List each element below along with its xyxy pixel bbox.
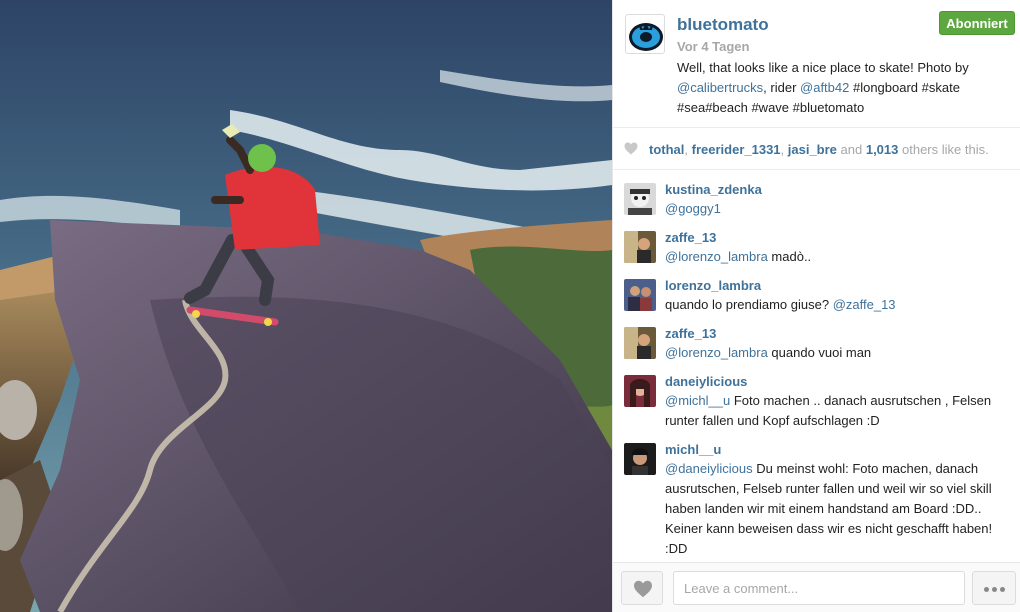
heart-icon	[634, 580, 652, 598]
avatar[interactable]	[624, 183, 656, 215]
post-caption: Well, that looks like a nice place to sk…	[677, 58, 1007, 118]
likes-and: and	[836, 142, 866, 157]
like-button[interactable]	[621, 571, 663, 605]
more-options-button[interactable]	[972, 571, 1016, 605]
comment-text: @lorenzo_lambra quando vuoi man	[665, 343, 1011, 363]
comment-text: @michl__u Foto machen .. danach ausrutsc…	[665, 391, 1011, 431]
likes-count[interactable]: 1,013	[866, 142, 899, 157]
mention-link[interactable]: @michl__u	[665, 393, 730, 408]
comment-text: quando lo prendiamo giuse? @zaffe_13	[665, 295, 1011, 315]
liker-username[interactable]: freerider_1331	[692, 142, 781, 157]
comment-text: @daneiylicious Du meinst wohl: Foto mach…	[665, 459, 1011, 559]
comments-list[interactable]: kustina_zdenka @goggy1 zaffe_13 @lorenzo…	[613, 171, 1020, 561]
comment-username[interactable]: kustina_zdenka	[665, 181, 1011, 199]
comment-username[interactable]: zaffe_13	[665, 229, 1011, 247]
likes-separator: ,	[684, 142, 692, 157]
comment-item: zaffe_13 @lorenzo_lambra madò..	[613, 219, 1020, 267]
avatar-kustina	[624, 183, 656, 215]
liker-username[interactable]: tothal	[649, 142, 684, 157]
comment-item: daneiylicious @michl__u Foto machen .. d…	[613, 363, 1020, 431]
mention-link[interactable]: @zaffe_13	[833, 297, 896, 312]
post-viewer: bluetomato Vor 4 Tagen Abonniert Well, t…	[0, 0, 1020, 612]
likes-row: tothal, freerider_1331, jasi_bre and 1,0…	[613, 128, 1020, 170]
comment-body: quando vuoi man	[767, 345, 872, 360]
comment-footer	[613, 562, 1020, 612]
mention-link[interactable]: @aftb42	[800, 80, 849, 95]
bluetomato-avatar[interactable]	[625, 14, 665, 54]
post-author-username[interactable]: bluetomato	[677, 15, 769, 35]
comment-username[interactable]: daneiylicious	[665, 373, 1011, 391]
comment-item: michl__u @daneiylicious Du meinst wohl: …	[613, 431, 1020, 559]
caption-text: , rider	[763, 80, 801, 95]
skateboarder-photo	[0, 0, 612, 612]
post-details-panel: bluetomato Vor 4 Tagen Abonniert Well, t…	[612, 0, 1020, 612]
likes-summary: tothal, freerider_1331, jasi_bre and 1,0…	[649, 142, 989, 157]
comment-text: @lorenzo_lambra madò..	[665, 247, 1011, 267]
avatar-lorenzo	[624, 279, 656, 311]
mention-link[interactable]: @calibertrucks	[677, 80, 763, 95]
mention-link[interactable]: @lorenzo_lambra	[665, 345, 768, 360]
avatar-michl	[624, 443, 656, 475]
comment-body: madò..	[767, 249, 812, 264]
avatar[interactable]	[624, 279, 656, 311]
heart-icon	[624, 142, 638, 155]
dot-icon	[992, 587, 997, 592]
comment-body: quando lo prendiamo giuse?	[665, 297, 833, 312]
following-button[interactable]: Abonniert	[939, 11, 1015, 35]
caption-text: Well, that looks like a nice place to sk…	[677, 60, 969, 75]
dot-icon	[1000, 587, 1005, 592]
avatar[interactable]	[624, 375, 656, 407]
comment-input[interactable]	[673, 571, 965, 605]
post-header: bluetomato Vor 4 Tagen Abonniert Well, t…	[613, 0, 1020, 128]
avatar[interactable]	[624, 231, 656, 263]
avatar-zaffe	[624, 327, 656, 359]
comment-item: lorenzo_lambra quando lo prendiamo giuse…	[613, 267, 1020, 315]
comment-item: kustina_zdenka @goggy1	[613, 171, 1020, 219]
comment-username[interactable]: michl__u	[665, 441, 1011, 459]
liker-username[interactable]: jasi_bre	[788, 142, 837, 157]
avatar-daneiy	[624, 375, 656, 407]
likes-suffix: others like this.	[898, 142, 989, 157]
avatar[interactable]	[624, 443, 656, 475]
likes-separator: ,	[780, 142, 788, 157]
comment-username[interactable]: lorenzo_lambra	[665, 277, 1011, 295]
post-photo[interactable]	[0, 0, 612, 612]
avatar[interactable]	[624, 327, 656, 359]
post-timestamp: Vor 4 Tagen	[677, 39, 750, 54]
mention-link[interactable]: @daneiylicious	[665, 461, 753, 476]
avatar-zaffe	[624, 231, 656, 263]
mention-link[interactable]: @lorenzo_lambra	[665, 249, 768, 264]
tomato-logo-icon	[629, 23, 663, 51]
mention-link[interactable]: @goggy1	[665, 201, 721, 216]
comment-item: zaffe_13 @lorenzo_lambra quando vuoi man	[613, 315, 1020, 363]
comment-text: @goggy1	[665, 199, 1011, 219]
comment-username[interactable]: zaffe_13	[665, 325, 1011, 343]
dot-icon	[984, 587, 989, 592]
